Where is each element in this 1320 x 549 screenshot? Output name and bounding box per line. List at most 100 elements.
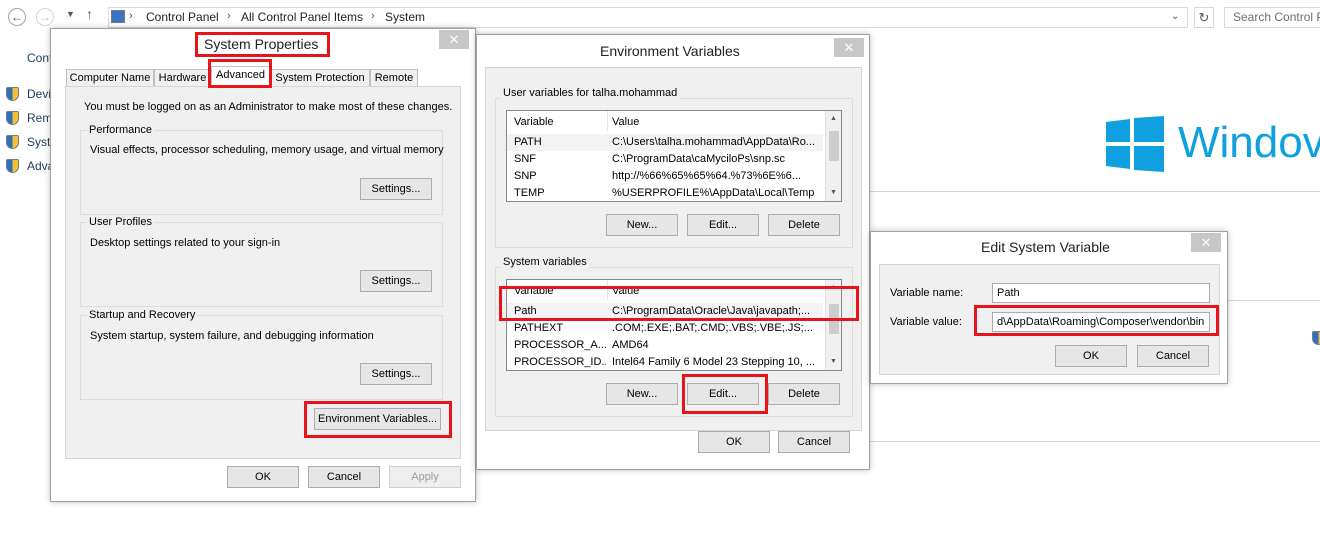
system-variables-title: System variables xyxy=(501,256,589,268)
column-variable-header: Variable xyxy=(514,116,554,128)
breadcrumb-all-items[interactable]: All Control Panel Items xyxy=(241,10,363,24)
shield-icon xyxy=(6,87,19,101)
tab-computer-name[interactable]: Computer Name xyxy=(66,69,154,87)
performance-desc: Visual effects, processor scheduling, me… xyxy=(90,144,444,156)
admin-note: You must be logged on as an Administrato… xyxy=(84,101,453,113)
variable-name: SNF xyxy=(514,153,536,165)
divider xyxy=(870,191,1320,192)
variable-value: AMD64 xyxy=(612,339,649,351)
windows-brand-text: Windov xyxy=(1178,118,1320,167)
ok-button[interactable]: OK xyxy=(1055,345,1127,367)
close-icon[interactable]: ✕ xyxy=(439,30,469,49)
variable-value: C:\ProgramData\caMyciloPs\snp.sc xyxy=(612,153,785,165)
cancel-button[interactable]: Cancel xyxy=(778,431,850,453)
shield-icon xyxy=(1312,331,1320,345)
column-value-header: Value xyxy=(612,116,640,128)
cancel-button[interactable]: Cancel xyxy=(1137,345,1209,367)
recent-locations-icon[interactable]: ▼ xyxy=(66,9,75,19)
column-divider xyxy=(607,111,608,131)
variable-name-label: Variable name: xyxy=(890,287,964,299)
breadcrumb-control-panel[interactable]: Control Panel xyxy=(146,10,219,24)
scroll-down-icon[interactable]: ▼ xyxy=(830,358,837,365)
startup-desc: System startup, system failure, and debu… xyxy=(90,330,374,342)
variable-name: PROCESSOR_ID... xyxy=(514,356,606,368)
close-icon[interactable]: ✕ xyxy=(834,38,864,57)
tab-hardware[interactable]: Hardware xyxy=(154,69,211,87)
search-input[interactable]: Search Control P xyxy=(1224,7,1320,28)
startup-settings-button[interactable]: Settings... xyxy=(360,363,432,385)
environment-variables-dialog: Environment Variables ✕ User variables f… xyxy=(476,34,870,470)
user-profiles-settings-button[interactable]: Settings... xyxy=(360,270,432,292)
up-icon[interactable]: ↑ xyxy=(86,6,93,22)
highlight-env-button xyxy=(304,401,452,438)
variable-value: .COM;.EXE;.BAT;.CMD;.VBS;.VBE;.JS;... xyxy=(612,322,813,334)
variable-value: %USERPROFILE%\AppData\Local\Temp xyxy=(612,187,815,199)
startup-title: Startup and Recovery xyxy=(87,309,198,321)
highlight-edit-button xyxy=(682,374,768,414)
shield-icon xyxy=(6,111,19,125)
performance-title: Performance xyxy=(87,124,154,136)
highlight-value-field xyxy=(974,305,1219,336)
table-row[interactable]: PATHEXT .COM;.EXE;.BAT;.CMD;.VBS;.VBE;.J… xyxy=(507,320,823,337)
user-variables-list[interactable]: Variable Value PATH C:\Users\talha.moham… xyxy=(506,110,842,202)
user-profiles-title: User Profiles xyxy=(87,216,154,228)
system-delete-button[interactable]: Delete xyxy=(768,383,840,405)
user-edit-button[interactable]: Edit... xyxy=(687,214,759,236)
scroll-up-icon[interactable]: ▲ xyxy=(830,115,837,122)
variable-name: PATH xyxy=(514,136,542,148)
address-dropdown-icon[interactable]: ⌄ xyxy=(1171,11,1179,22)
side-link-device-manager[interactable]: Devi xyxy=(27,87,51,101)
windows-logo-icon xyxy=(1106,116,1164,172)
table-row[interactable]: PATH C:\Users\talha.mohammad\AppData\Ro.… xyxy=(507,134,823,151)
table-row[interactable]: TEMP %USERPROFILE%\AppData\Local\Temp xyxy=(507,185,823,201)
forward-icon[interactable]: → xyxy=(36,8,54,26)
variable-name: PROCESSOR_A... xyxy=(514,339,606,351)
table-row[interactable]: PROCESSOR_A... AMD64 xyxy=(507,337,823,354)
scrollbar[interactable]: ▲ ▼ xyxy=(825,111,841,201)
close-icon[interactable]: ✕ xyxy=(1191,233,1221,252)
user-variables-title: User variables for talha.mohammad xyxy=(501,87,680,99)
scroll-down-icon[interactable]: ▼ xyxy=(830,189,837,196)
ok-button[interactable]: OK xyxy=(698,431,770,453)
performance-group xyxy=(80,130,443,215)
performance-settings-button[interactable]: Settings... xyxy=(360,178,432,200)
breadcrumb-separator-icon: › xyxy=(129,10,133,22)
variable-value: Intel64 Family 6 Model 23 Stepping 10, .… xyxy=(612,356,816,368)
shield-icon xyxy=(6,135,19,149)
variable-value: http://%66%65%65%64.%73%6E%6... xyxy=(612,170,801,182)
breadcrumb-system[interactable]: System xyxy=(385,10,425,24)
shield-icon xyxy=(6,159,19,173)
table-row[interactable]: SNF C:\ProgramData\caMyciloPs\snp.sc xyxy=(507,151,823,168)
computer-icon xyxy=(111,10,125,23)
user-new-button[interactable]: New... xyxy=(606,214,678,236)
table-row[interactable]: SNP http://%66%65%65%64.%73%6E%6... xyxy=(507,168,823,185)
highlight-path-row xyxy=(499,286,859,321)
highlight-title xyxy=(195,32,330,57)
scroll-thumb[interactable] xyxy=(829,131,839,161)
variable-name: SNP xyxy=(514,170,537,182)
dialog-title: Edit System Variable xyxy=(981,239,1110,255)
user-delete-button[interactable]: Delete xyxy=(768,214,840,236)
variable-value: C:\Users\talha.mohammad\AppData\Ro... xyxy=(612,136,815,148)
dialog-title: Environment Variables xyxy=(600,43,740,59)
tab-system-protection[interactable]: System Protection xyxy=(270,69,370,87)
variable-name: PATHEXT xyxy=(514,322,564,334)
breadcrumb-separator-icon: › xyxy=(227,10,231,22)
startup-group xyxy=(80,315,443,400)
highlight-advanced-tab xyxy=(208,59,272,88)
divider xyxy=(870,441,1320,442)
ok-button[interactable]: OK xyxy=(227,466,299,488)
back-icon[interactable]: ← xyxy=(8,8,26,26)
system-new-button[interactable]: New... xyxy=(606,383,678,405)
breadcrumb-separator-icon: › xyxy=(371,10,375,22)
variable-name-field[interactable]: Path xyxy=(992,283,1210,303)
side-link-system-protection[interactable]: Syst xyxy=(27,135,50,149)
table-row[interactable]: PROCESSOR_ID... Intel64 Family 6 Model 2… xyxy=(507,354,823,370)
side-link-remote[interactable]: Rem xyxy=(27,111,52,125)
cancel-button[interactable]: Cancel xyxy=(308,466,380,488)
tab-remote[interactable]: Remote xyxy=(370,69,418,87)
apply-button[interactable]: Apply xyxy=(389,466,461,488)
user-profiles-desc: Desktop settings related to your sign-in xyxy=(90,237,281,249)
address-bar[interactable]: › Control Panel › All Control Panel Item… xyxy=(108,7,1188,28)
refresh-icon[interactable]: ↻ xyxy=(1194,7,1214,28)
